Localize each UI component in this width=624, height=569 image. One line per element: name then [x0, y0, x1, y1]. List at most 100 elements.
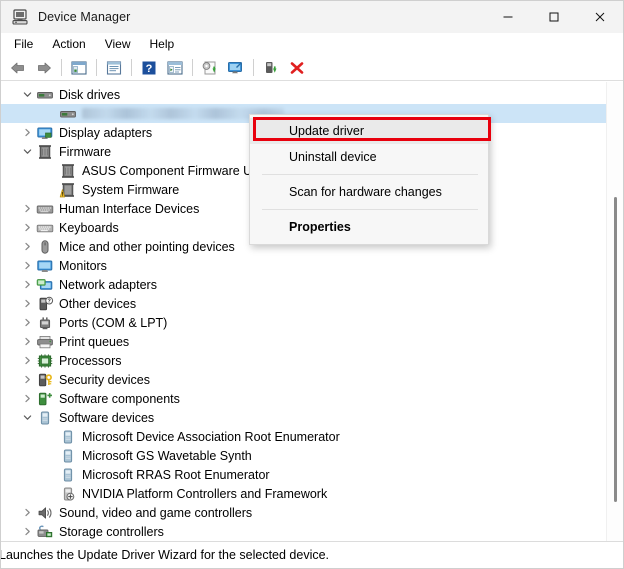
- scrollbar-thumb[interactable]: [614, 197, 617, 502]
- window-title: Device Manager: [38, 10, 131, 24]
- menu-bar: File Action View Help: [1, 33, 623, 55]
- other-device-icon: ?: [36, 296, 55, 312]
- disk-drive-icon: [59, 106, 78, 122]
- nvidia-platform-icon: [59, 486, 78, 502]
- vertical-scrollbar[interactable]: [606, 82, 623, 541]
- window-controls: [485, 1, 623, 33]
- back-arrow-icon[interactable]: [6, 57, 30, 79]
- chevron-right-icon[interactable]: [19, 375, 36, 384]
- svg-text:?: ?: [48, 298, 51, 304]
- tree-node[interactable]: NVIDIA Platform Controllers and Framewor…: [1, 484, 606, 503]
- context-menu-item-scan-for-hardware-changes[interactable]: Scan for hardware changes: [250, 179, 488, 205]
- menu-help[interactable]: Help: [141, 35, 184, 53]
- mouse-icon: [36, 239, 55, 255]
- tree-node[interactable]: Processors: [1, 351, 606, 370]
- context-menu-item-properties[interactable]: Properties: [250, 214, 488, 240]
- chevron-right-icon[interactable]: [19, 261, 36, 270]
- device-manager-window: Device Manager File Action View Help ? D…: [0, 0, 624, 569]
- monitor-icon: [36, 258, 55, 274]
- title-bar: Device Manager: [1, 1, 623, 33]
- tree-node[interactable]: Print queues: [1, 332, 606, 351]
- tree-node[interactable]: Software devices: [1, 408, 606, 427]
- chevron-right-icon[interactable]: [19, 223, 36, 232]
- tree-node[interactable]: Disk drives: [1, 85, 606, 104]
- tree-node-label: Monitors: [59, 258, 107, 273]
- context-menu-item-uninstall-device[interactable]: Uninstall device: [250, 144, 488, 170]
- forward-arrow-icon[interactable]: [32, 57, 56, 79]
- menu-view[interactable]: View: [96, 35, 140, 53]
- tree-node-label: Display adapters: [59, 125, 153, 140]
- tree-node[interactable]: Software components: [1, 389, 606, 408]
- toolbar-separator: [253, 59, 254, 76]
- tree-node-label: Network adapters: [59, 277, 157, 292]
- security-device-icon: [36, 372, 55, 388]
- chevron-right-icon[interactable]: [19, 128, 36, 137]
- tree-node[interactable]: Microsoft Device Association Root Enumer…: [1, 427, 606, 446]
- enable-device-icon[interactable]: [259, 57, 283, 79]
- chevron-right-icon[interactable]: [19, 527, 36, 536]
- menu-action[interactable]: Action: [43, 35, 94, 53]
- software-component-icon: [36, 391, 55, 407]
- tree-node-label: Storage controllers: [59, 524, 164, 539]
- chevron-right-icon[interactable]: [19, 318, 36, 327]
- chevron-right-icon[interactable]: [19, 508, 36, 517]
- maximize-button[interactable]: [531, 1, 577, 33]
- chevron-right-icon[interactable]: [19, 280, 36, 289]
- close-button[interactable]: [577, 1, 623, 33]
- tree-node-label: Microsoft GS Wavetable Synth: [82, 448, 252, 463]
- properties-icon[interactable]: [102, 57, 126, 79]
- chevron-right-icon[interactable]: [19, 242, 36, 251]
- toolbar: ?: [1, 55, 623, 81]
- toolbar-separator: [96, 59, 97, 76]
- device-manager-icon: [10, 7, 30, 27]
- tree-node-label: Ports (COM & LPT): [59, 315, 168, 330]
- tree-node[interactable]: Security devices: [1, 370, 606, 389]
- tree-node[interactable]: Microsoft RRAS Root Enumerator: [1, 465, 606, 484]
- tree-node-label: Print queues: [59, 334, 130, 349]
- processor-icon: [36, 353, 55, 369]
- tree-node-label: Keyboards: [59, 220, 119, 235]
- help-icon[interactable]: ?: [137, 57, 161, 79]
- context-menu-separator: [262, 209, 478, 210]
- menu-file[interactable]: File: [5, 35, 42, 53]
- context-menu-item-update-driver[interactable]: Update driver: [250, 118, 488, 144]
- firmware-warning-icon: [59, 182, 78, 198]
- tree-node-label: System Firmware: [82, 182, 180, 197]
- minimize-button[interactable]: [485, 1, 531, 33]
- chevron-down-icon[interactable]: [19, 147, 36, 156]
- storage-controller-icon: [36, 524, 55, 540]
- tree-node[interactable]: ? Other devices: [1, 294, 606, 313]
- chevron-right-icon[interactable]: [19, 204, 36, 213]
- toolbar-separator: [131, 59, 132, 76]
- software-device-icon: [59, 429, 78, 445]
- tree-node[interactable]: Storage controllers: [1, 522, 606, 541]
- scan-for-hardware-changes-icon[interactable]: [224, 57, 248, 79]
- tree-node[interactable]: Monitors: [1, 256, 606, 275]
- view-devices-by-type-icon[interactable]: [163, 57, 187, 79]
- uninstall-device-icon[interactable]: [285, 57, 309, 79]
- tree-node[interactable]: Sound, video and game controllers: [1, 503, 606, 522]
- chevron-down-icon[interactable]: [19, 413, 36, 422]
- context-menu-separator: [262, 174, 478, 175]
- keyboard-icon: [36, 220, 55, 236]
- tree-node[interactable]: Ports (COM & LPT): [1, 313, 606, 332]
- show-hide-console-tree-icon[interactable]: [67, 57, 91, 79]
- tree-node-label: Sound, video and game controllers: [59, 505, 253, 520]
- status-bar-text: Launches the Update Driver Wizard for th…: [0, 548, 330, 562]
- tree-node-label: Microsoft RRAS Root Enumerator: [82, 467, 270, 482]
- chevron-right-icon[interactable]: [19, 394, 36, 403]
- chevron-right-icon[interactable]: [19, 337, 36, 346]
- tree-node-label: Disk drives: [59, 87, 121, 102]
- firmware-icon: [59, 163, 78, 179]
- tree-node-label: Other devices: [59, 296, 137, 311]
- tree-node[interactable]: Microsoft GS Wavetable Synth: [1, 446, 606, 465]
- sound-icon: [36, 505, 55, 521]
- update-driver-icon[interactable]: [198, 57, 222, 79]
- network-adapter-icon: [36, 277, 55, 293]
- chevron-down-icon[interactable]: [19, 90, 36, 99]
- chevron-right-icon[interactable]: [19, 356, 36, 365]
- tree-node[interactable]: Network adapters: [1, 275, 606, 294]
- tree-node-label: Human Interface Devices: [59, 201, 200, 216]
- tree-node-label: NVIDIA Platform Controllers and Framewor…: [82, 486, 328, 501]
- chevron-right-icon[interactable]: [19, 299, 36, 308]
